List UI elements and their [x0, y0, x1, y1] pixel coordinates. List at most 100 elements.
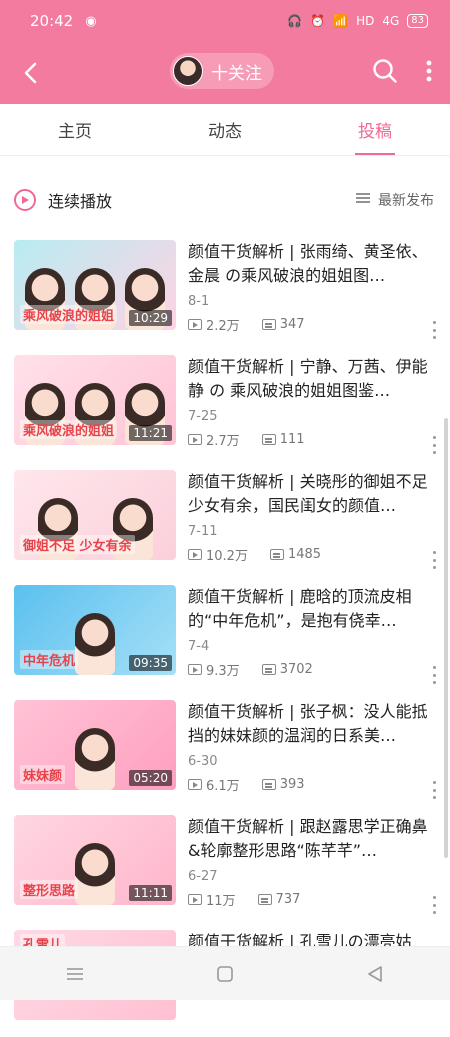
item-more-icon[interactable] [428, 896, 440, 914]
video-thumbnail[interactable]: 妹妹颜 05:20 [14, 700, 176, 790]
search-icon[interactable] [372, 58, 398, 88]
signal-label: 4G [382, 14, 400, 28]
battery-indicator: 83 [407, 14, 428, 28]
headphones-icon: 🎧 [287, 14, 303, 28]
item-more-icon[interactable] [428, 666, 440, 684]
view-count: 10.2万 [206, 549, 248, 564]
video-date: 7-4 [188, 639, 210, 654]
video-duration: 05:20 [129, 770, 172, 786]
thumbnail-caption: 乘风破浪的姐姐 [20, 305, 118, 324]
continuous-play-button[interactable]: 连续播放 [14, 188, 112, 212]
danmaku-icon [257, 894, 272, 905]
view-count: 9.3万 [206, 664, 240, 679]
follow-button[interactable]: 十关注 [170, 53, 274, 89]
scrollbar[interactable] [444, 418, 448, 858]
video-date: 7-11 [188, 524, 218, 539]
video-thumbnail[interactable]: 乘风破浪的姐姐 10:29 [14, 240, 176, 330]
follow-label: 十关注 [211, 63, 262, 84]
video-thumbnail[interactable]: 整形思路 11:11 [14, 815, 176, 905]
tab-uploads[interactable]: 投稿 [300, 104, 450, 155]
profile-tabs: 主页 动态 投稿 [0, 104, 450, 156]
video-thumbnail[interactable]: 中年危机 09:35 [14, 585, 176, 675]
divider [0, 156, 450, 168]
alarm-icon: ⏰ [310, 14, 326, 28]
thumbnail-caption: 御姐不足 少女有余 [20, 535, 135, 554]
home-button[interactable] [205, 954, 245, 994]
danmaku-icon [261, 319, 276, 330]
danmaku-icon [261, 779, 276, 790]
video-thumbnail[interactable]: 乘风破浪的姐姐 11:21 [14, 355, 176, 445]
play-count-icon [188, 434, 202, 445]
video-title: 颜值干货解析 | 张雨绮、黄圣依、金晨 の乘风破浪的姐姐图… [188, 242, 428, 285]
item-more-icon[interactable] [428, 551, 440, 569]
play-count-icon [188, 894, 202, 905]
view-count: 6.1万 [206, 779, 240, 794]
play-circle-icon [14, 189, 36, 211]
video-duration: 11:11 [129, 885, 172, 901]
play-count-icon [188, 779, 202, 790]
danmaku-icon [261, 434, 276, 445]
danmaku-count: 111 [279, 432, 305, 447]
more-menu-icon[interactable] [426, 60, 432, 86]
list-item[interactable]: 乘风破浪的姐姐 10:29 颜值干货解析 | 张雨绮、黄圣依、金晨 の乘风破浪的… [0, 232, 450, 347]
play-count-icon [188, 664, 202, 675]
tab-home[interactable]: 主页 [0, 104, 150, 155]
video-title: 颜值干货解析 | 跟赵露思学正确鼻&轮廓整形思路“陈芊芊”… [188, 817, 428, 860]
status-time: 20:42 [30, 12, 74, 30]
item-more-icon[interactable] [428, 436, 440, 454]
list-item[interactable]: 御姐不足 少女有余 颜值干货解析 | 关晓彤的御姐不足少女有余，国民闺女的颜值…… [0, 462, 450, 577]
app-notification-icon: ◉ [85, 13, 97, 29]
video-title: 颜值干货解析 | 鹿晗的顶流皮相的“中年危机”，是抱有侥幸… [188, 587, 412, 630]
network-label: HD [356, 14, 375, 28]
danmaku-count: 737 [275, 892, 301, 907]
header: 十关注 [0, 42, 450, 104]
status-bar: 20:42 ◉ 🎧 ⏰ 📶 HD 4G 83 [0, 0, 450, 42]
item-more-icon[interactable] [428, 781, 440, 799]
view-count: 2.2万 [206, 319, 240, 334]
back-nav-button[interactable] [355, 954, 395, 994]
continuous-play-label: 连续播放 [48, 192, 113, 211]
danmaku-count: 393 [279, 777, 305, 792]
tab-dynamics[interactable]: 动态 [150, 104, 300, 155]
view-count: 11万 [206, 894, 236, 909]
danmaku-count: 347 [279, 317, 305, 332]
video-date: 6-27 [188, 869, 218, 884]
video-date: 7-25 [188, 409, 218, 424]
view-count: 2.7万 [206, 434, 240, 449]
video-title: 颜值干货解析 | 张子枫：没人能抵挡的妹妹颜的温润的日系美… [188, 702, 428, 745]
avatar [173, 56, 203, 86]
list-item[interactable]: 妹妹颜 05:20 颜值干货解析 | 张子枫：没人能抵挡的妹妹颜的温润的日系美…… [0, 692, 450, 807]
danmaku-icon [269, 549, 284, 560]
play-count-icon [188, 549, 202, 560]
video-duration: 11:21 [129, 425, 172, 441]
thumbnail-caption: 整形思路 [20, 880, 79, 899]
video-duration: 10:29 [129, 310, 172, 326]
video-date: 6-30 [188, 754, 218, 769]
thumbnail-caption: 乘风破浪的姐姐 [20, 420, 118, 439]
video-date: 8-1 [188, 294, 210, 309]
list-item[interactable]: 乘风破浪的姐姐 11:21 颜值干货解析 | 宁静、万茜、伊能静 の 乘风破浪的… [0, 347, 450, 462]
top-bar: 20:42 ◉ 🎧 ⏰ 📶 HD 4G 83 十关注 [0, 0, 450, 104]
wifi-icon: 📶 [333, 14, 349, 28]
video-title: 颜值干货解析 | 关晓彤的御姐不足少女有余，国民闺女的颜值… [188, 472, 428, 515]
list-item[interactable]: 整形思路 11:11 颜值干货解析 | 跟赵露思学正确鼻&轮廓整形思路“陈芊芊”… [0, 807, 450, 922]
danmaku-count: 3702 [279, 662, 313, 677]
play-bar: 连续播放 最新发布 [0, 168, 450, 232]
list-icon [356, 192, 370, 208]
recent-apps-button[interactable] [55, 954, 95, 994]
video-list: 乘风破浪的姐姐 10:29 颜值干货解析 | 张雨绮、黄圣依、金晨 の乘风破浪的… [0, 232, 450, 1037]
sort-button[interactable]: 最新发布 [356, 190, 434, 210]
video-duration: 09:35 [129, 655, 172, 671]
back-icon[interactable] [18, 61, 42, 85]
danmaku-icon [261, 664, 276, 675]
video-title: 颜值干货解析 | 宁静、万茜、伊能静 の 乘风破浪的姐姐图鉴… [188, 357, 428, 400]
video-thumbnail[interactable]: 御姐不足 少女有余 [14, 470, 176, 560]
sort-label: 最新发布 [378, 193, 434, 209]
thumbnail-caption: 妹妹颜 [20, 765, 66, 784]
system-nav-bar [0, 946, 450, 1000]
item-more-icon[interactable] [428, 321, 440, 339]
play-count-icon [188, 319, 202, 330]
danmaku-count: 1485 [287, 547, 322, 562]
thumbnail-caption: 中年危机 [20, 650, 79, 669]
list-item[interactable]: 中年危机 09:35 颜值干货解析 | 鹿晗的顶流皮相的“中年危机”，是抱有侥幸… [0, 577, 450, 692]
